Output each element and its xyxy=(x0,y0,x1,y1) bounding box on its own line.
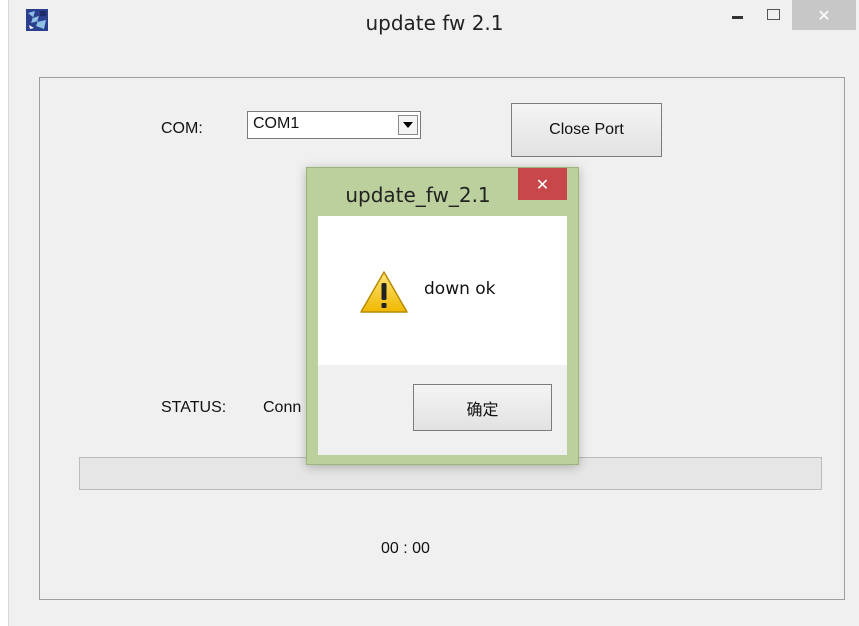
elapsed-timer: 00 : 00 xyxy=(381,540,430,557)
status-value: Conn xyxy=(263,399,302,416)
ok-button[interactable]: 确定 xyxy=(413,384,552,431)
com-port-select[interactable]: COM1 xyxy=(247,111,421,139)
close-icon: ✕ xyxy=(817,5,831,25)
maximize-button[interactable] xyxy=(758,0,788,28)
maximize-icon xyxy=(766,8,780,20)
minimize-icon xyxy=(731,15,743,19)
close-port-button[interactable]: Close Port xyxy=(511,103,662,157)
dropdown-button[interactable] xyxy=(398,115,418,135)
dialog-close-button[interactable]: ✕ xyxy=(518,168,567,200)
dialog-body: down ok 确定 xyxy=(318,216,567,455)
com-label: COM: xyxy=(161,120,203,137)
chevron-down-icon xyxy=(403,122,413,128)
dialog-title: update_fw_2.1 xyxy=(345,183,491,207)
dialog-message-area: down ok xyxy=(318,216,567,365)
close-icon: ✕ xyxy=(535,174,550,194)
dialog-message: down ok xyxy=(424,279,496,299)
window-close-button[interactable]: ✕ xyxy=(792,0,856,30)
warning-icon xyxy=(360,271,408,313)
com-port-value: COM1 xyxy=(253,115,300,132)
title-bar[interactable]: update fw 2.1 ✕ xyxy=(9,0,859,46)
main-window: update fw 2.1 ✕ COM: COM1 Close Port STA… xyxy=(8,0,859,626)
message-dialog: update_fw_2.1 ✕ down ok 确定 xyxy=(306,167,579,465)
minimize-button[interactable] xyxy=(722,0,752,28)
status-label: STATUS: xyxy=(161,399,227,416)
